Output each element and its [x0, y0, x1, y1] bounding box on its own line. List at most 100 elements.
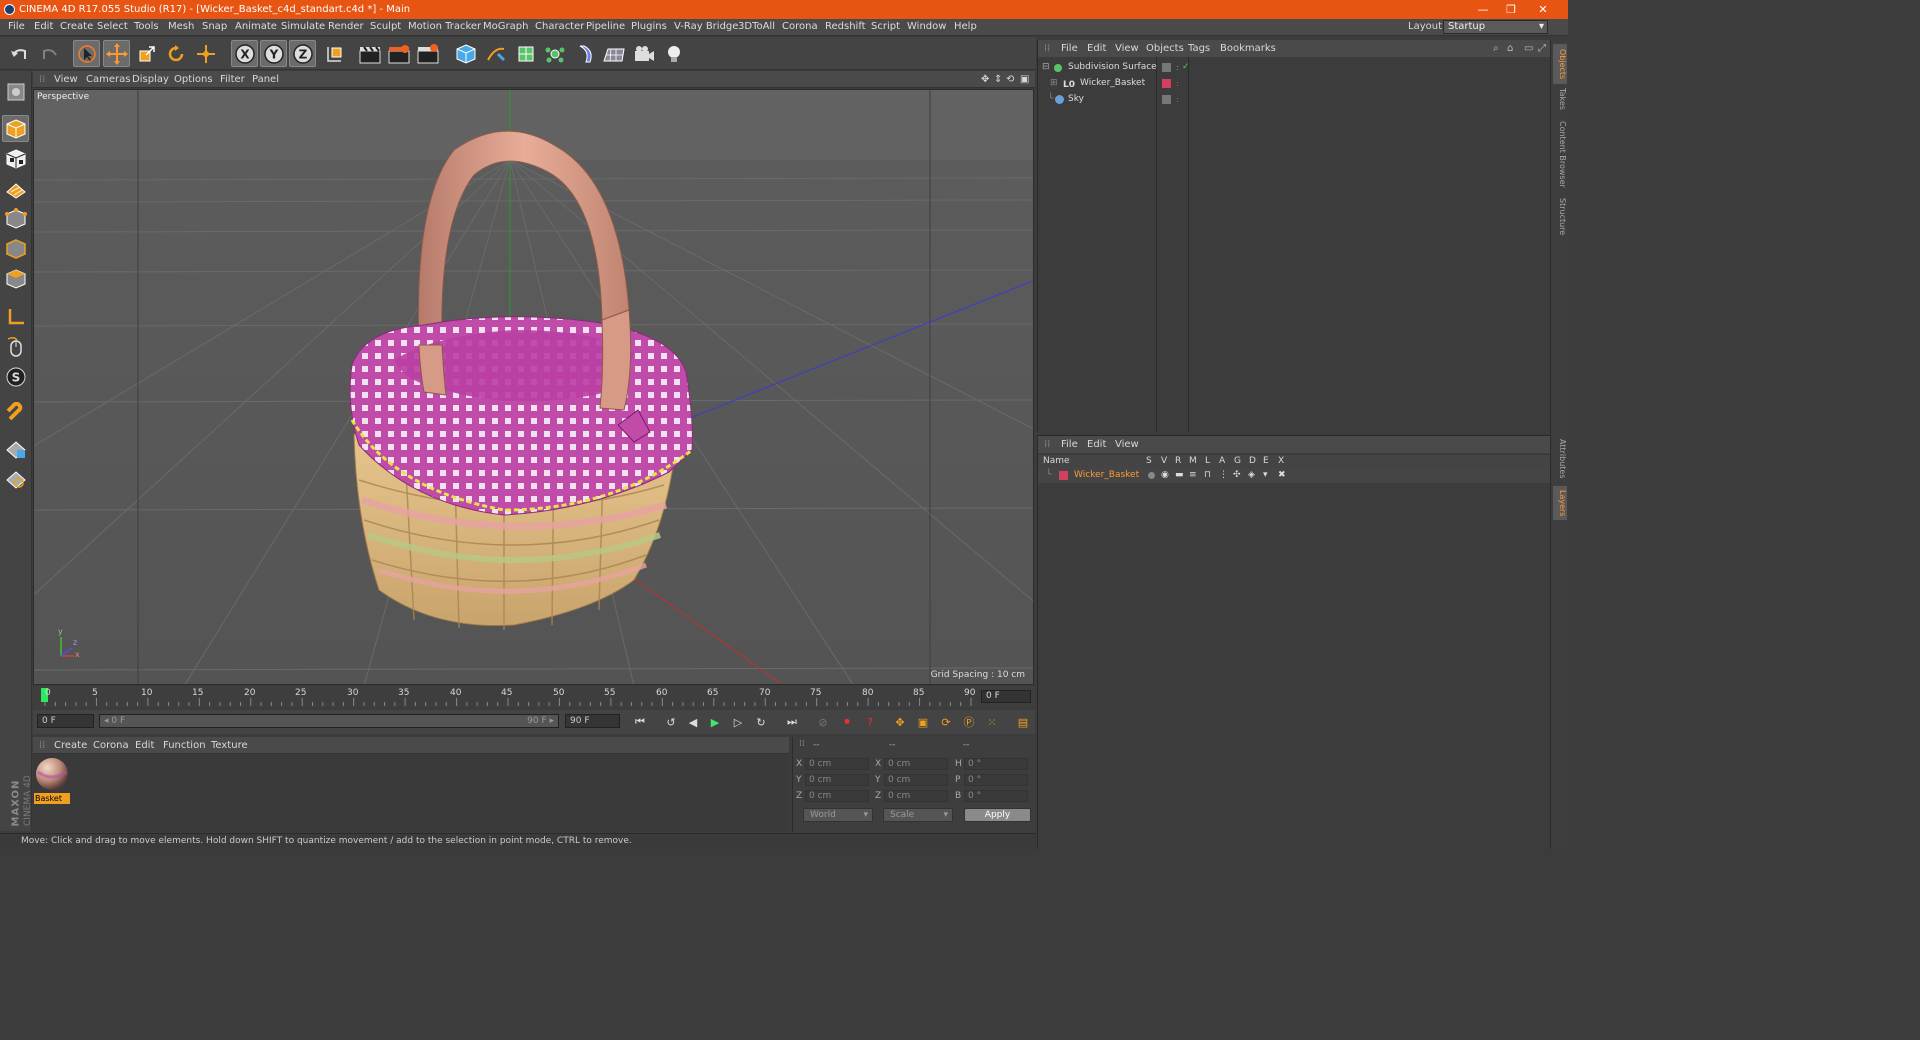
- object-row-subdivision-surface[interactable]: ⊟ Subdivision Surface : ✓: [1042, 60, 1550, 75]
- animation-icon[interactable]: ⋮: [1219, 468, 1228, 483]
- rotate-button[interactable]: [162, 40, 189, 67]
- timeline-window-button[interactable]: ▤: [1013, 712, 1033, 732]
- previous-frame-button[interactable]: ◀: [683, 712, 703, 732]
- texture-mode-button[interactable]: [2, 145, 29, 172]
- pos-x-field[interactable]: 0 cm: [805, 758, 869, 770]
- layer-menu-file[interactable]: File: [1061, 439, 1078, 450]
- object-row-sky[interactable]: └ Sky :: [1042, 92, 1550, 107]
- move-button[interactable]: [103, 40, 130, 67]
- model-mode-button[interactable]: [2, 115, 29, 142]
- minimize-button[interactable]: —: [1468, 0, 1498, 19]
- light-button[interactable]: [660, 40, 687, 67]
- size-x-field[interactable]: 0 cm: [884, 758, 948, 770]
- object-menu-view[interactable]: View: [1115, 43, 1139, 54]
- rot-p-field[interactable]: 0 °: [964, 774, 1028, 786]
- menu-3dtoall[interactable]: 3DToAll: [738, 21, 775, 32]
- column-solo[interactable]: S: [1146, 456, 1152, 466]
- menu-corona[interactable]: Corona: [782, 21, 818, 32]
- menu-sculpt[interactable]: Sculpt: [370, 21, 401, 32]
- column-locked[interactable]: L: [1205, 456, 1210, 466]
- cube-button[interactable]: [452, 40, 479, 67]
- generator-icon[interactable]: ✣: [1233, 468, 1241, 483]
- column-expressions[interactable]: E: [1263, 456, 1269, 466]
- column-animation[interactable]: A: [1219, 456, 1225, 466]
- key-scale-button[interactable]: ▣: [913, 712, 933, 732]
- keyframe-selection-button[interactable]: ?: [860, 712, 880, 732]
- solo-toggle-icon[interactable]: [1148, 472, 1155, 479]
- deformer-icon[interactable]: ◈: [1248, 468, 1255, 483]
- render-picture-viewer-button[interactable]: [385, 40, 412, 67]
- next-key-button[interactable]: ↻: [751, 712, 771, 732]
- tree-expand-icon[interactable]: ⊟: [1042, 60, 1050, 75]
- menu-redshift[interactable]: Redshift: [825, 21, 866, 32]
- manager-icon[interactable]: ≡: [1189, 468, 1197, 483]
- menu-edit[interactable]: Edit: [34, 21, 53, 32]
- tab-content-browser[interactable]: Content Browser: [1553, 118, 1567, 190]
- transform-button[interactable]: [192, 40, 219, 67]
- layer-color-swatch[interactable]: [1162, 79, 1171, 88]
- scale-button[interactable]: [133, 40, 160, 67]
- start-frame-field[interactable]: 0 F: [37, 714, 94, 728]
- menu-pipeline[interactable]: Pipeline: [586, 21, 625, 32]
- render-view-button[interactable]: [356, 40, 383, 67]
- magnet-button[interactable]: [2, 399, 29, 426]
- tab-layers[interactable]: Layers: [1553, 486, 1567, 520]
- points-mode-button[interactable]: [2, 205, 29, 232]
- rot-b-field[interactable]: 0 °: [964, 790, 1028, 802]
- render-settings-button[interactable]: [414, 40, 441, 67]
- viewport-menu-filter[interactable]: Filter: [220, 74, 245, 85]
- key-pla-button[interactable]: ⁙: [982, 712, 1002, 732]
- menu-snap[interactable]: Snap: [202, 21, 227, 32]
- layer-color-swatch[interactable]: [1162, 95, 1171, 104]
- menu-vray-bridge[interactable]: V-Ray Bridge: [674, 21, 738, 32]
- column-deformers[interactable]: D: [1249, 456, 1256, 466]
- layout-dropdown[interactable]: Startup ▾: [1443, 20, 1548, 34]
- column-generators[interactable]: G: [1234, 456, 1241, 466]
- edges-mode-button[interactable]: [2, 235, 29, 262]
- menu-motion-tracker[interactable]: Motion Tracker: [408, 21, 481, 32]
- size-mode-dropdown[interactable]: Scale ▾: [883, 808, 953, 822]
- viewport-perspective[interactable]: y x z Perspective Grid Spacing : 10 cm: [33, 89, 1034, 685]
- layer-menu-view[interactable]: View: [1115, 439, 1139, 450]
- polygons-mode-button[interactable]: [2, 265, 29, 292]
- go-to-start-button[interactable]: ⏮: [630, 712, 650, 732]
- play-button[interactable]: ▶: [705, 712, 725, 732]
- enabled-check-icon[interactable]: ✓: [1182, 60, 1190, 75]
- size-y-field[interactable]: 0 cm: [884, 774, 948, 786]
- coordinate-mode-dropdown[interactable]: World ▾: [803, 808, 873, 822]
- column-xref[interactable]: X: [1278, 456, 1284, 466]
- redo-button[interactable]: [35, 40, 62, 67]
- subdivision-surface-button[interactable]: [512, 40, 539, 67]
- end-frame-field[interactable]: 90 F: [565, 714, 620, 728]
- key-parameter-button[interactable]: Ⓟ: [959, 712, 979, 732]
- material-menu-edit[interactable]: Edit: [135, 740, 154, 751]
- eye-icon[interactable]: ◉: [1161, 468, 1169, 483]
- object-menu-file[interactable]: File: [1061, 43, 1078, 54]
- menu-mograph[interactable]: MoGraph: [483, 21, 528, 32]
- z-axis-button[interactable]: Z: [289, 40, 316, 67]
- y-axis-button[interactable]: Y: [260, 40, 287, 67]
- object-menu-tags[interactable]: Tags: [1188, 43, 1210, 54]
- viewport-menu-options[interactable]: Options: [174, 74, 213, 85]
- column-render[interactable]: R: [1175, 456, 1181, 466]
- viewport-menu-view[interactable]: View: [54, 74, 78, 85]
- object-menu-edit[interactable]: Edit: [1087, 43, 1106, 54]
- material-swatch[interactable]: Basket: [34, 756, 70, 804]
- maximize-button[interactable]: ❐: [1496, 0, 1526, 19]
- material-menu-function[interactable]: Function: [163, 740, 206, 751]
- pos-z-field[interactable]: 0 cm: [805, 790, 869, 802]
- toggle-view-icon[interactable]: ▣: [1020, 74, 1029, 85]
- close-button[interactable]: ✕: [1528, 0, 1558, 19]
- tab-structure[interactable]: Structure: [1553, 196, 1567, 238]
- column-view[interactable]: V: [1161, 456, 1167, 466]
- menu-mesh[interactable]: Mesh: [168, 21, 194, 32]
- expression-icon[interactable]: ▾: [1263, 468, 1268, 483]
- next-frame-button[interactable]: ▷: [728, 712, 748, 732]
- make-editable-button[interactable]: [2, 78, 29, 105]
- deformer-button[interactable]: [571, 40, 598, 67]
- tab-attributes[interactable]: Attributes: [1553, 436, 1567, 482]
- viewport-menu-cameras[interactable]: Cameras: [86, 74, 130, 85]
- search-icon[interactable]: ⌕: [1493, 43, 1499, 54]
- autokeying-button[interactable]: ⏺: [837, 712, 857, 732]
- layer-menu-edit[interactable]: Edit: [1087, 439, 1106, 450]
